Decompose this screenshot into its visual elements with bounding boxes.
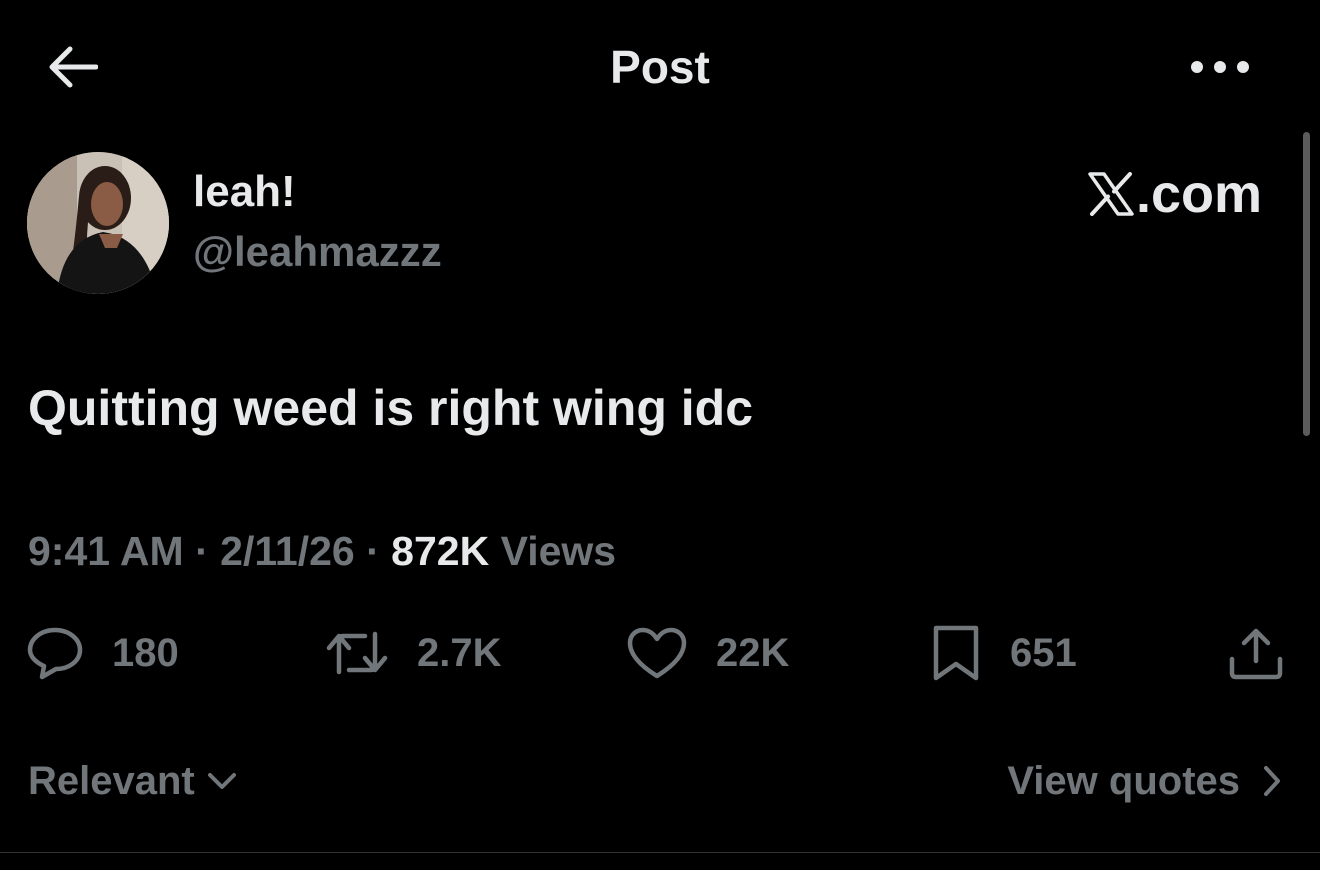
avatar-photo — [27, 152, 169, 294]
scrollbar[interactable] — [1303, 132, 1310, 436]
more-options-button[interactable] — [1180, 42, 1260, 92]
repost-count: 2.7K — [417, 631, 502, 675]
repost-button[interactable]: 2.7K — [325, 620, 502, 686]
avatar[interactable] — [27, 152, 169, 294]
post-date[interactable]: 2/11/26 — [220, 528, 355, 574]
author-display-name[interactable]: leah! — [193, 164, 296, 220]
action-bar: 180 2.7K 22K 651 — [0, 620, 1320, 686]
views-count: 872K — [391, 528, 490, 574]
meta-separator: · — [195, 528, 209, 574]
sort-label: Relevant — [28, 758, 195, 803]
heart-icon — [627, 627, 687, 679]
post-meta: 9:41 AM · 2/11/26 · 872K Views — [28, 524, 616, 578]
chevron-right-icon — [1262, 765, 1282, 797]
post-text: Quitting weed is right wing idc — [28, 380, 753, 436]
watermark-text: .com — [1135, 164, 1262, 224]
chevron-down-icon — [207, 771, 237, 791]
top-bar: Post — [0, 0, 1320, 130]
x-com-watermark: .com — [1088, 160, 1262, 228]
more-horizontal-icon — [1191, 61, 1249, 73]
replies-header: Relevant View quotes — [0, 752, 1320, 810]
reply-count: 180 — [112, 631, 179, 675]
share-icon — [1229, 628, 1283, 680]
like-button[interactable]: 22K — [626, 620, 789, 686]
post-time[interactable]: 9:41 AM — [28, 528, 184, 574]
bookmark-button[interactable]: 651 — [930, 620, 1077, 686]
reply-icon — [27, 627, 83, 680]
bookmark-icon — [933, 625, 979, 681]
view-quotes-link[interactable]: View quotes — [1007, 752, 1282, 810]
page-title: Post — [610, 41, 710, 93]
repost-icon — [326, 631, 388, 675]
reply-button[interactable]: 180 — [26, 620, 179, 686]
x-logo-icon — [1088, 172, 1134, 216]
sort-replies-dropdown[interactable]: Relevant — [28, 752, 237, 810]
post-page: Post leah! @leahmazzz .com Quitting weed… — [0, 0, 1320, 870]
views-label: Views — [500, 528, 617, 574]
view-quotes-label: View quotes — [1007, 758, 1240, 803]
like-count: 22K — [716, 631, 790, 675]
share-button[interactable] — [1226, 620, 1286, 686]
bookmark-count: 651 — [1010, 631, 1077, 675]
author-handle[interactable]: @leahmazzz — [193, 224, 442, 280]
divider — [0, 852, 1320, 853]
meta-separator: · — [366, 528, 380, 574]
